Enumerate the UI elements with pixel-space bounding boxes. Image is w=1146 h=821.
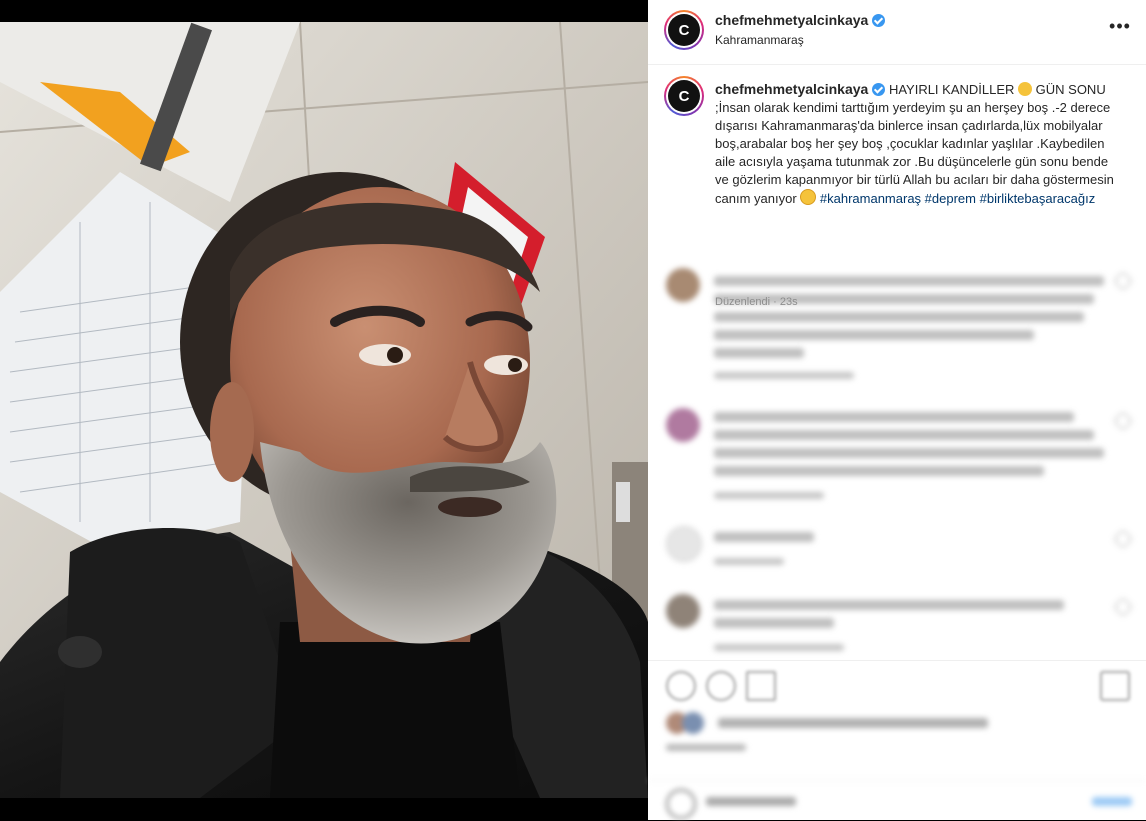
post-media[interactable] <box>0 0 648 820</box>
commenter-avatar[interactable] <box>666 594 700 628</box>
sad-face-emoji-icon <box>800 189 817 205</box>
caption-part-2: GÜN SONU ;İnsan olarak kendimi tarttığım… <box>715 82 1114 206</box>
post-actions-bar <box>648 660 1146 709</box>
caption-verified-badge-icon <box>872 83 886 96</box>
author-name-row: chefmehmetyalcinkaya <box>715 12 886 30</box>
post-location[interactable]: Kahramanmaraş <box>715 33 804 47</box>
author-username[interactable]: chefmehmetyalcinkaya <box>715 12 868 28</box>
emoji-picker-icon[interactable] <box>666 789 696 819</box>
selfie-image <box>0 22 648 798</box>
caption-text: chefmehmetyalcinkaya HAYIRLI KANDİLLER G… <box>715 80 1125 208</box>
post-comment-button[interactable] <box>1092 797 1132 806</box>
author-avatar-letter: C <box>668 14 700 46</box>
verified-badge-icon <box>872 14 886 27</box>
comment-like-icon[interactable] <box>1113 597 1133 617</box>
commenter-avatar[interactable] <box>666 268 700 302</box>
comment-like-icon[interactable] <box>1113 529 1133 549</box>
post-header: C chefmehmetyalcinkaya Kahramanmaraş ••• <box>648 0 1146 65</box>
caption-part-1: HAYIRLI KANDİLLER <box>888 82 1019 97</box>
comment-item <box>666 594 1136 664</box>
hashtag-kahramanmaras[interactable]: #kahramanmaraş <box>820 191 921 206</box>
post-photo <box>0 22 648 798</box>
likes-summary <box>648 708 1146 778</box>
praying-hands-emoji-icon <box>1018 82 1033 96</box>
add-comment-bar[interactable] <box>648 780 1146 821</box>
comment-item <box>666 268 1136 388</box>
hashtag-deprem[interactable]: #deprem <box>925 191 976 206</box>
commenter-avatar[interactable] <box>666 526 702 562</box>
caption-username[interactable]: chefmehmetyalcinkaya <box>715 81 868 97</box>
comment-input[interactable] <box>706 797 796 806</box>
more-options-icon[interactable]: ••• <box>1108 14 1132 38</box>
comment-item <box>666 526 1136 586</box>
share-icon[interactable] <box>746 671 776 701</box>
save-icon[interactable] <box>1100 671 1130 701</box>
caption-avatar-letter: C <box>668 80 700 112</box>
comment-like-icon[interactable] <box>1113 411 1133 431</box>
comment-item <box>666 408 1136 508</box>
like-icon[interactable] <box>666 671 696 701</box>
post-side-panel: C chefmehmetyalcinkaya Kahramanmaraş •••… <box>648 0 1146 820</box>
comments-list <box>648 258 1146 660</box>
caption-avatar[interactable]: C <box>664 76 704 116</box>
author-avatar[interactable]: C <box>664 10 704 50</box>
commenter-avatar[interactable] <box>666 408 700 442</box>
comment-like-icon[interactable] <box>1113 271 1133 291</box>
hashtag-birliktebasaracagiz[interactable]: #birliktebaşaracağız <box>980 191 1096 206</box>
comment-icon[interactable] <box>706 671 736 701</box>
